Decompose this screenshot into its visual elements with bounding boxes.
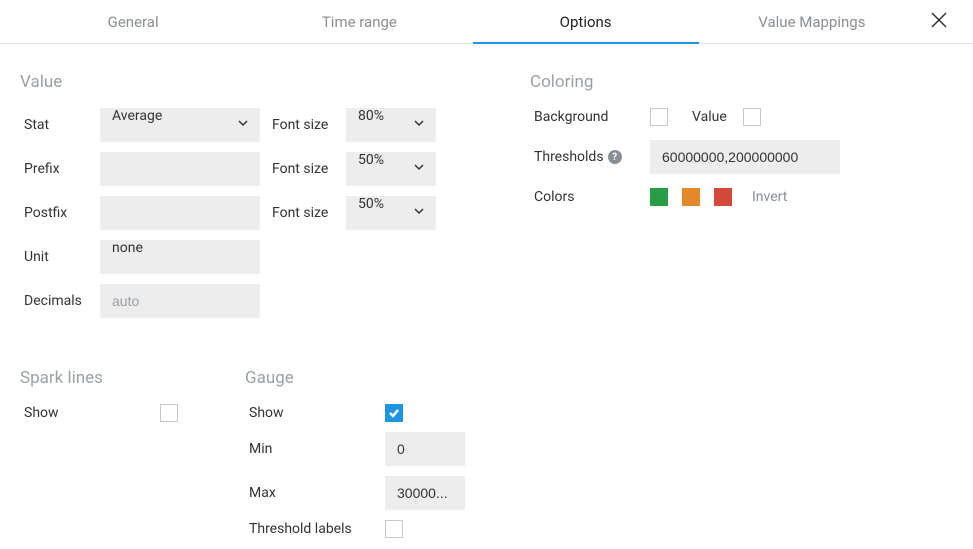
stat-fontsize-value: 80%	[346, 108, 396, 142]
value-color-checkbox[interactable]	[743, 108, 761, 126]
prefix-fontsize-select[interactable]: 50%	[346, 152, 436, 186]
gauge-show-label: Show	[245, 405, 385, 421]
chevron-down-icon	[412, 204, 426, 222]
thresholds-label-text: Thresholds	[534, 149, 604, 165]
unit-select-value: none	[100, 240, 155, 274]
spark-show-label: Show	[20, 405, 160, 421]
color-swatch-orange[interactable]	[682, 188, 700, 206]
colors-label: Colors	[530, 189, 650, 205]
postfix-fontsize-value: 50%	[346, 196, 396, 230]
tab-value-mappings[interactable]: Value Mappings	[699, 0, 925, 43]
help-icon[interactable]: ?	[608, 150, 622, 164]
invert-button[interactable]: Invert	[752, 189, 787, 205]
gauge-threshold-labels-label: Threshold labels	[245, 521, 385, 537]
check-icon	[388, 407, 400, 419]
unit-label: Unit	[20, 249, 100, 265]
gauge-min-input[interactable]	[385, 432, 465, 466]
tab-options[interactable]: Options	[473, 0, 699, 43]
prefix-fontsize-value: 50%	[346, 152, 396, 186]
spark-show-checkbox[interactable]	[160, 404, 178, 422]
postfix-input[interactable]	[100, 196, 260, 230]
chevron-down-icon	[412, 116, 426, 134]
value-color-label: Value	[692, 109, 727, 125]
chevron-down-icon	[236, 116, 250, 134]
color-swatch-red[interactable]	[714, 188, 732, 206]
tab-time-range[interactable]: Time range	[246, 0, 472, 43]
gauge-show-checkbox[interactable]	[385, 404, 403, 422]
prefix-input[interactable]	[100, 152, 260, 186]
section-spark-title: Spark lines	[20, 368, 245, 388]
gauge-max-label: Max	[245, 485, 385, 501]
gauge-max-input[interactable]	[385, 476, 465, 510]
stat-select-value: Average	[100, 108, 174, 142]
unit-select[interactable]: none	[100, 240, 260, 274]
gauge-min-label: Min	[245, 441, 385, 457]
color-swatch-green[interactable]	[650, 188, 668, 206]
postfix-fontsize-select[interactable]: 50%	[346, 196, 436, 230]
stat-select[interactable]: Average	[100, 108, 260, 142]
chevron-down-icon	[412, 160, 426, 178]
thresholds-label: Thresholds ?	[530, 149, 650, 165]
gauge-threshold-labels-checkbox[interactable]	[385, 520, 403, 538]
decimals-input[interactable]	[100, 284, 260, 318]
close-icon	[930, 11, 948, 33]
stat-fontsize-select[interactable]: 80%	[346, 108, 436, 142]
background-label: Background	[530, 109, 650, 125]
background-checkbox[interactable]	[650, 108, 668, 126]
stat-fontsize-label: Font size	[272, 117, 346, 133]
thresholds-input[interactable]	[650, 140, 840, 174]
section-value-title: Value	[20, 72, 510, 92]
tab-general[interactable]: General	[20, 0, 246, 43]
prefix-label: Prefix	[20, 161, 100, 177]
postfix-label: Postfix	[20, 205, 100, 221]
stat-label: Stat	[20, 117, 100, 133]
tabs-bar: General Time range Options Value Mapping…	[0, 0, 973, 44]
close-button[interactable]	[925, 11, 953, 33]
decimals-label: Decimals	[20, 293, 100, 309]
prefix-fontsize-label: Font size	[272, 161, 346, 177]
section-coloring-title: Coloring	[530, 72, 953, 92]
postfix-fontsize-label: Font size	[272, 205, 346, 221]
section-gauge-title: Gauge	[245, 368, 515, 388]
